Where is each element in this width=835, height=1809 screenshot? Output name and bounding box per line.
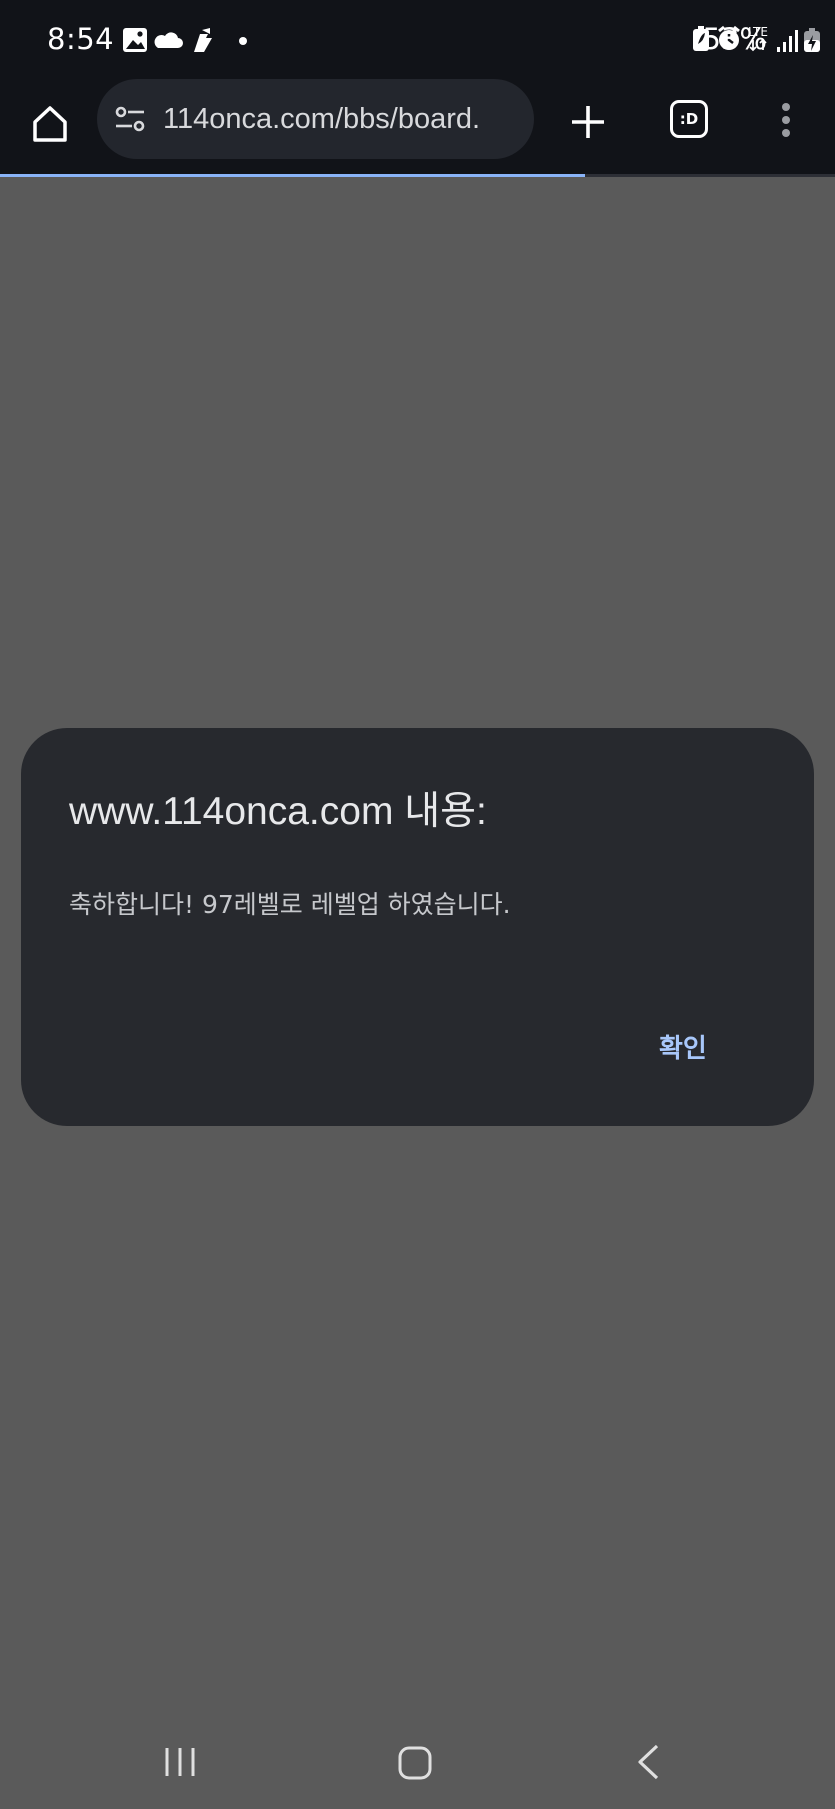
tab-switcher-button[interactable]: :D xyxy=(670,100,708,138)
status-time: 8:54 xyxy=(47,22,115,56)
cloud-icon xyxy=(154,32,183,48)
system-home-button[interactable] xyxy=(397,1745,433,1781)
dialog-title: www.114onca.com 내용: xyxy=(69,790,487,833)
dialog-ok-button[interactable]: 확인 xyxy=(651,1024,715,1069)
plus-icon xyxy=(572,106,604,138)
more-vert-icon xyxy=(782,103,790,137)
url-bar[interactable]: 114onca.com/bbs/board. xyxy=(97,79,534,159)
battery-percent: 53% xyxy=(702,22,767,56)
menu-button[interactable] xyxy=(770,98,802,142)
url-text[interactable]: 114onca.com/bbs/board. xyxy=(163,100,528,138)
new-tab-button[interactable] xyxy=(562,96,614,148)
battery-charging-icon xyxy=(804,28,820,52)
system-home-icon xyxy=(398,1746,432,1780)
page-load-progress xyxy=(0,174,835,177)
back-button[interactable] xyxy=(635,1743,661,1781)
back-icon xyxy=(638,1744,659,1780)
site-settings-icon xyxy=(115,106,145,132)
recents-button[interactable] xyxy=(162,1746,198,1778)
home-icon xyxy=(33,106,67,142)
status-bar: 8:54 LTE 53% xyxy=(0,0,835,80)
page-load-progress-fill xyxy=(0,174,585,177)
signal-icon xyxy=(777,30,798,52)
alert-dialog: www.114onca.com 내용: 축하합니다! 97레벨로 레벨업 하였습… xyxy=(21,728,814,1126)
dialog-message: 축하합니다! 97레벨로 레벨업 하였습니다. xyxy=(69,890,511,919)
recents-icon xyxy=(165,1748,195,1776)
app-notification-icon xyxy=(194,28,212,52)
dot-icon xyxy=(239,37,247,45)
status-left-icons xyxy=(123,28,247,52)
home-button[interactable] xyxy=(22,96,78,152)
gallery-icon xyxy=(123,28,147,52)
